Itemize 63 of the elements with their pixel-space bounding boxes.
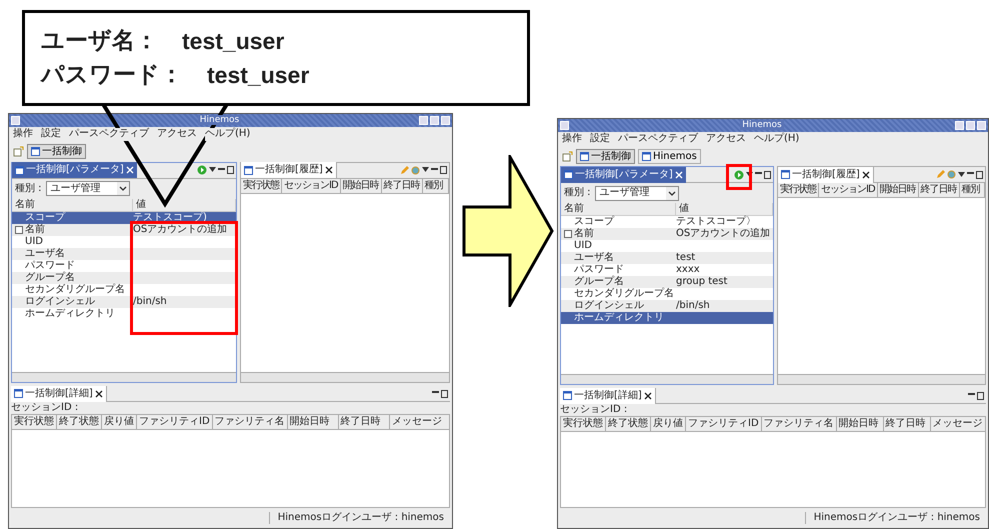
- perspective-button[interactable]: Hinemos: [638, 149, 701, 164]
- view-tab[interactable]: 一括制御[詳細]: [560, 388, 656, 404]
- column-header[interactable]: 終了状態: [606, 417, 651, 432]
- perspective-button[interactable]: 一括制御: [27, 144, 86, 160]
- tree-row[interactable]: ユーザ名: [12, 248, 236, 260]
- column-header[interactable]: 開始日時: [340, 178, 382, 193]
- column-header[interactable]: 実行状態: [778, 183, 819, 198]
- view-tab[interactable]: 一括制御[履歴]: [241, 162, 337, 178]
- menu-item[interactable]: ヘルプ(H): [205, 128, 250, 141]
- column-header[interactable]: 終了日時: [338, 415, 390, 430]
- column-header[interactable]: 名前: [12, 198, 133, 212]
- tree-row[interactable]: グループ名 group test: [561, 276, 773, 288]
- column-header[interactable]: 実行状態: [561, 417, 606, 432]
- callout-value: test_user: [182, 27, 284, 55]
- column-header[interactable]: 開始日時: [878, 183, 919, 198]
- view-tab[interactable]: 一括制御[パラメータ]: [561, 166, 686, 183]
- tree-row[interactable]: 名前 OSアカウントの追加: [561, 228, 773, 240]
- tree-row[interactable]: ログインシェル /bin/sh: [12, 296, 236, 308]
- column-header[interactable]: メッセージ: [930, 417, 986, 432]
- column-header[interactable]: ファシリティ名: [212, 415, 288, 430]
- type-dropdown[interactable]: ユーザ管理: [46, 181, 130, 196]
- column-header[interactable]: ファシリティID: [686, 417, 762, 432]
- tree-row[interactable]: ホームディレクトリ: [561, 312, 773, 324]
- column-header[interactable]: 終了日時: [884, 417, 931, 432]
- tree-row[interactable]: グループ名: [12, 272, 236, 284]
- column-header[interactable]: 終了日時: [918, 183, 960, 198]
- column-header[interactable]: セッションID: [282, 178, 341, 193]
- column-header[interactable]: 種別: [960, 183, 985, 198]
- callout-value: test_user: [207, 61, 310, 89]
- column-header[interactable]: 開始日時: [288, 415, 339, 430]
- view-tab[interactable]: 一括制御[パラメータ]: [12, 162, 137, 178]
- callout-label: パスワード：: [41, 61, 183, 89]
- perspective-button[interactable]: 一括制御: [576, 149, 635, 164]
- tree-row[interactable]: ユーザ名 test: [561, 252, 773, 264]
- type-label: 種別 :: [15, 182, 42, 195]
- session-id-label: セッションID :: [560, 404, 628, 416]
- menu-item[interactable]: パースペクティブ: [69, 128, 149, 141]
- column-header[interactable]: 実行状態: [12, 415, 57, 430]
- tree-row[interactable]: ログインシェル /bin/sh: [561, 300, 773, 312]
- column-header[interactable]: 実行状態: [241, 178, 282, 193]
- window-title: Hinemos: [740, 120, 784, 130]
- type-label: 種別 :: [564, 187, 591, 200]
- callout-label: ユーザ名：: [41, 27, 158, 55]
- column-header[interactable]: ファシリティ名: [762, 417, 837, 432]
- column-header[interactable]: セッションID: [819, 183, 878, 198]
- column-header[interactable]: 開始日時: [836, 417, 884, 432]
- view-tab[interactable]: 一括制御[詳細]: [11, 386, 107, 402]
- status-text: Hinemosログインユーザ : hinemos: [804, 512, 988, 524]
- status-text: Hinemosログインユーザ : hinemos: [268, 512, 452, 524]
- column-header[interactable]: 終了状態: [57, 415, 102, 430]
- column-header[interactable]: 種別: [422, 178, 449, 193]
- type-dropdown[interactable]: ユーザ管理: [594, 186, 679, 201]
- column-header[interactable]: 名前: [561, 203, 676, 216]
- column-header[interactable]: メッセージ: [390, 415, 450, 430]
- window-title: Hinemos: [198, 114, 242, 125]
- session-id-label: セッションID :: [11, 402, 80, 414]
- tree-row[interactable]: 名前 OSアカウントの追加: [12, 224, 236, 236]
- column-header[interactable]: 戻り値: [651, 417, 686, 432]
- column-header[interactable]: ファシリティID: [137, 415, 213, 430]
- column-header[interactable]: 終了日時: [382, 178, 423, 193]
- view-tab[interactable]: 一括制御[履歴]: [778, 166, 874, 183]
- column-header[interactable]: 戻り値: [102, 415, 137, 430]
- column-header[interactable]: 値: [676, 203, 773, 216]
